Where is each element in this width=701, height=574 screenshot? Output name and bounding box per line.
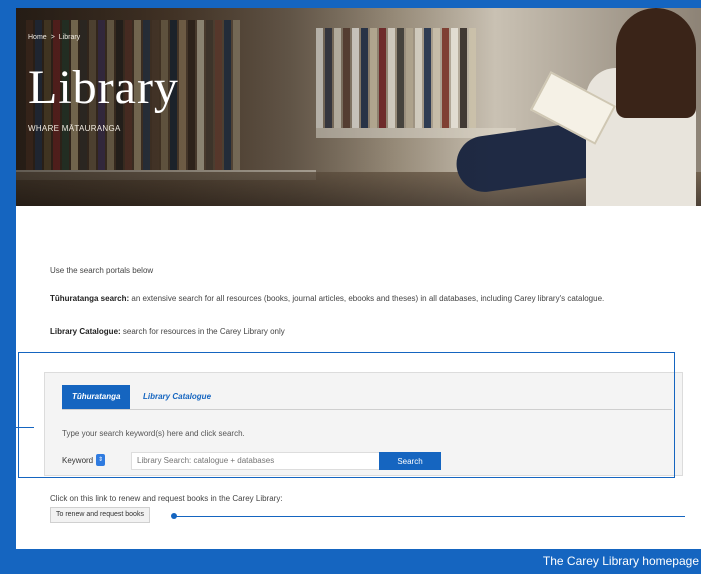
renew-request-button[interactable]: To renew and request books xyxy=(50,507,150,523)
annotation-label: The Carey Library homepage xyxy=(542,554,699,568)
page-subtitle: WHARE MĀTAURANGA xyxy=(28,124,121,133)
breadcrumb-current: Library xyxy=(58,34,81,41)
tuhuratanga-text: an extensive search for all resources (b… xyxy=(129,294,605,303)
tuhuratanga-description: Tūhuratanga search: an extensive search … xyxy=(50,292,680,305)
callout-line-left xyxy=(0,427,34,428)
catalogue-text: search for resources in the Carey Librar… xyxy=(120,327,285,336)
hero-banner: Home > Library Library WHARE MĀTAURANGA xyxy=(16,8,701,206)
breadcrumb: Home > Library xyxy=(28,34,80,41)
catalogue-label: Library Catalogue: xyxy=(50,327,121,336)
tuhuratanga-label: Tūhuratanga search: xyxy=(50,294,130,303)
callout-dot xyxy=(171,513,177,519)
catalogue-description: Library Catalogue: search for resources … xyxy=(50,327,285,336)
callout-line-right xyxy=(174,516,685,517)
page-title: Library xyxy=(28,61,179,114)
search-highlight-box xyxy=(18,352,675,478)
intro-text: Use the search portals below xyxy=(50,266,154,275)
renew-instructions: Click on this link to renew and request … xyxy=(50,494,283,503)
breadcrumb-home-link[interactable]: Home xyxy=(28,34,47,41)
breadcrumb-separator: > xyxy=(50,34,55,41)
